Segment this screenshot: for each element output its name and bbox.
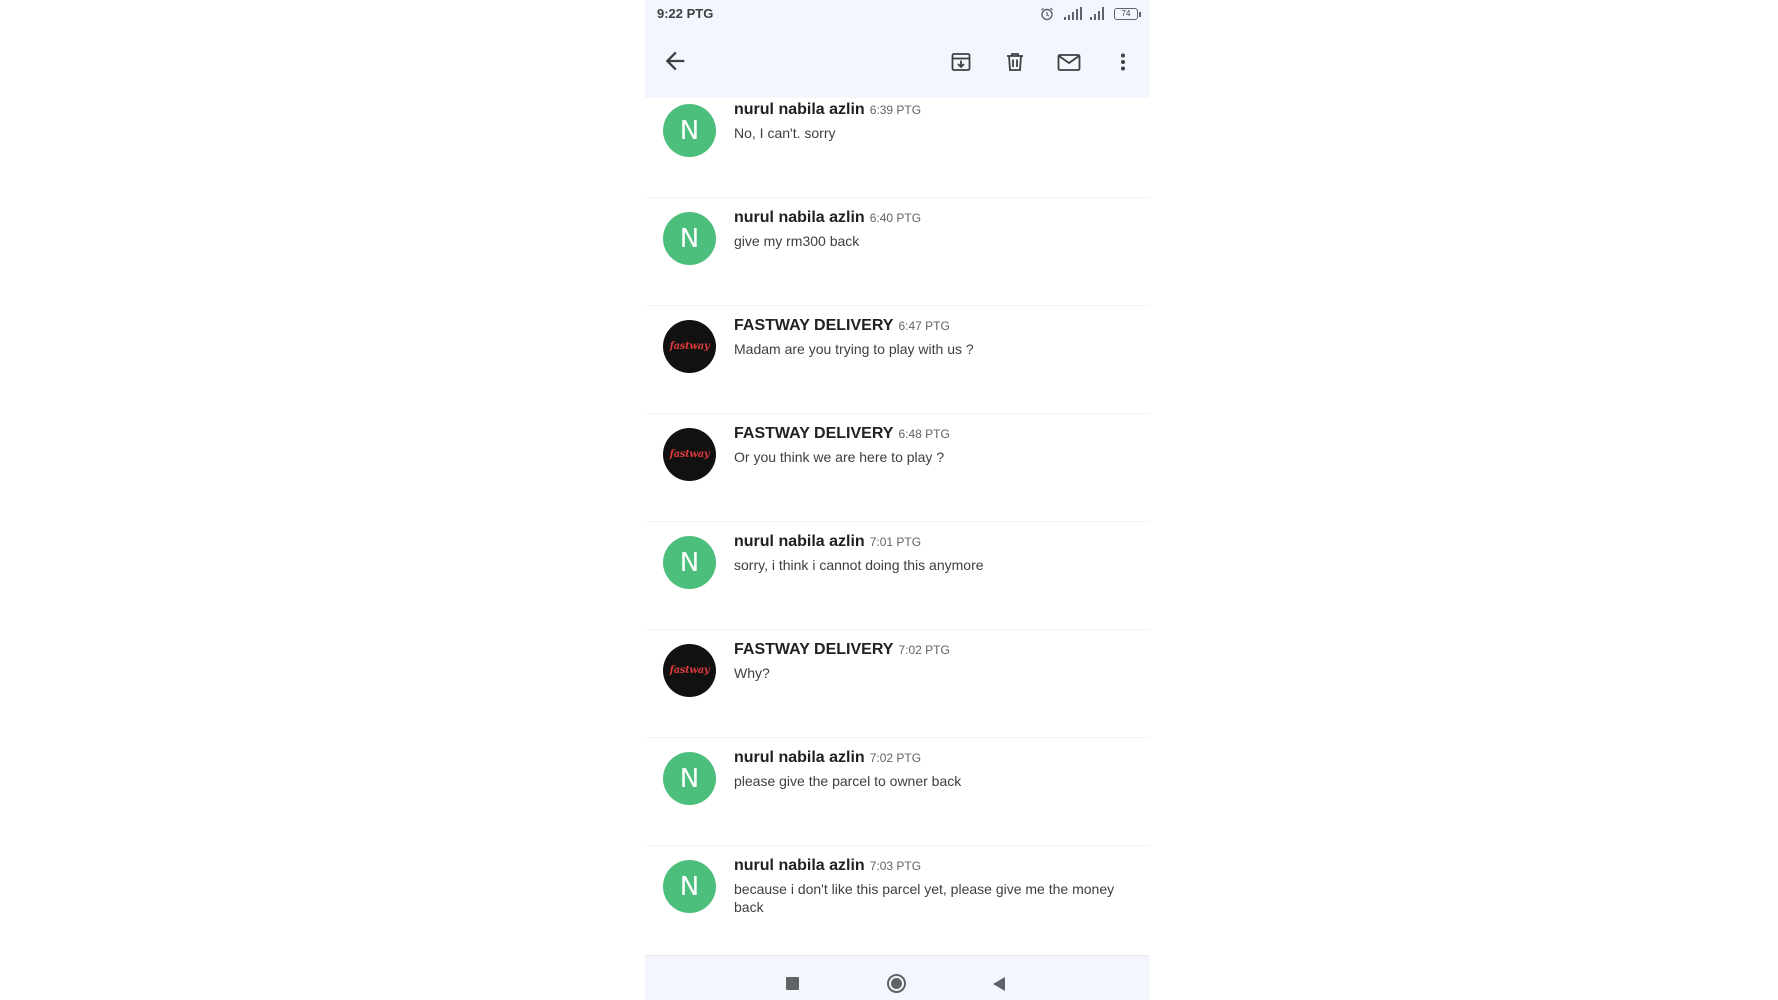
- message-row[interactable]: Nnurul nabila azlin 6:39 PTG No, I can't. …: [645, 90, 1150, 198]
- more-options-button[interactable]: [1109, 48, 1137, 76]
- sender-name: FASTWAY DELIVERY: [734, 425, 894, 442]
- sender-name: FASTWAY DELIVERY: [734, 641, 894, 658]
- status-icons: 74: [1040, 6, 1141, 21]
- sender-name: FASTWAY DELIVERY: [734, 317, 894, 334]
- triangle-back-icon[interactable]: [993, 977, 1005, 991]
- message-body: Why?: [734, 665, 770, 681]
- alarm-icon: [1041, 7, 1053, 20]
- message-time: 7:02 PTG: [898, 643, 950, 657]
- fastway-logo-avatar: fastway: [663, 428, 716, 481]
- avatar: N: [663, 752, 716, 805]
- message-time: 7:01 PTG: [869, 535, 922, 549]
- mail-icon: [1057, 54, 1081, 71]
- message-row[interactable]: fastway FASTWAY DELIVERY 7:02 PTG Why?: [645, 630, 1150, 738]
- message-body: because i don't like this parcel yet, pl…: [734, 881, 1115, 915]
- message-time: 6:39 PTG: [869, 103, 922, 117]
- system-nav-bar: [645, 955, 1150, 1000]
- delete-button[interactable]: [1001, 48, 1029, 76]
- message-body: No, I can't. sorry: [734, 125, 836, 141]
- fastway-logo: fastway: [669, 665, 710, 676]
- battery-icon: 74: [1114, 7, 1141, 20]
- sender-line: nurul nabila azlin 6:40 PTG: [734, 209, 921, 227]
- sender-name: nurul nabila azlin: [734, 533, 865, 550]
- message-list: Nnurul nabila azlin 6:39 PTG No, I can't. …: [645, 90, 1150, 964]
- arrow-left-icon: [665, 51, 685, 71]
- sender-line: FASTWAY DELIVERY 6:48 PTG: [734, 425, 950, 443]
- message-row[interactable]: fastway FASTWAY DELIVERY 6:47 PTG Madam are…: [645, 306, 1150, 414]
- sender-line: nurul nabila azlin 7:01 PTG: [734, 533, 921, 551]
- archive-icon: [951, 53, 971, 71]
- message-row[interactable]: Nnurul nabila azlin 7:03 PTG because i don…: [645, 846, 1150, 964]
- avatar: N: [663, 104, 716, 157]
- message-body: give my rm300 back: [734, 233, 860, 249]
- sender-name: nurul nabila azlin: [734, 209, 865, 226]
- message-body: Or you think we are here to play ?: [734, 449, 945, 465]
- fastway-logo: fastway: [669, 341, 710, 352]
- circle-icon[interactable]: [887, 974, 906, 993]
- sender-line: nurul nabila azlin 6:39 PTG: [734, 101, 921, 119]
- message-body: please give the parcel to owner back: [734, 773, 962, 789]
- message-row[interactable]: Nnurul nabila azlin 6:40 PTG give my rm300…: [645, 198, 1150, 306]
- archive-button[interactable]: [947, 48, 975, 76]
- top-bar: 9:22 PTG 74: [645, 0, 1150, 98]
- mark-unread-button[interactable]: [1055, 48, 1083, 76]
- message-time: 7:02 PTG: [869, 751, 922, 765]
- sender-name: nurul nabila azlin: [734, 857, 865, 874]
- message-row[interactable]: Nnurul nabila azlin 7:01 PTG sorry, i thin…: [645, 522, 1150, 630]
- message-time: 7:03 PTG: [869, 859, 922, 873]
- sender-name: nurul nabila azlin: [734, 101, 865, 118]
- message-time: 6:48 PTG: [898, 427, 950, 441]
- trash-icon: [1007, 53, 1023, 71]
- sender-line: nurul nabila azlin 7:02 PTG: [734, 749, 921, 767]
- message-body: Madam are you trying to play with us ?: [734, 341, 974, 357]
- back-button[interactable]: [661, 47, 689, 75]
- fastway-logo-avatar: fastway: [663, 320, 716, 373]
- more-vert-icon: [1121, 53, 1125, 71]
- avatar: N: [663, 212, 716, 265]
- message-row[interactable]: Nnurul nabila azlin 7:02 PTG please give t…: [645, 738, 1150, 846]
- square-icon[interactable]: [786, 977, 799, 990]
- sender-line: FASTWAY DELIVERY 6:47 PTG: [734, 317, 950, 335]
- phone-screen: 9:22 PTG 74 N nurul nabila azlin 6:39 PT…: [645, 0, 1150, 1000]
- avatar: N: [663, 536, 716, 589]
- status-time: 9:22 PTG: [657, 6, 714, 21]
- sender-line: nurul nabila azlin 7:03 PTG: [734, 857, 921, 875]
- signal-2-icon: [1090, 7, 1104, 20]
- fastway-logo-avatar: fastway: [663, 644, 716, 697]
- message-row[interactable]: fastway FASTWAY DELIVERY 6:48 PTG Or you th…: [645, 414, 1150, 522]
- avatar: N: [663, 860, 716, 913]
- sender-line: FASTWAY DELIVERY 7:02 PTG: [734, 641, 950, 659]
- sender-name: nurul nabila azlin: [734, 749, 865, 766]
- message-time: 6:47 PTG: [898, 319, 950, 333]
- signal-1-icon: [1064, 7, 1082, 20]
- fastway-logo: fastway: [669, 449, 710, 460]
- battery-level: 74: [1121, 8, 1131, 18]
- message-body: sorry, i think i cannot doing this anymo…: [734, 557, 984, 573]
- message-time: 6:40 PTG: [869, 211, 922, 225]
